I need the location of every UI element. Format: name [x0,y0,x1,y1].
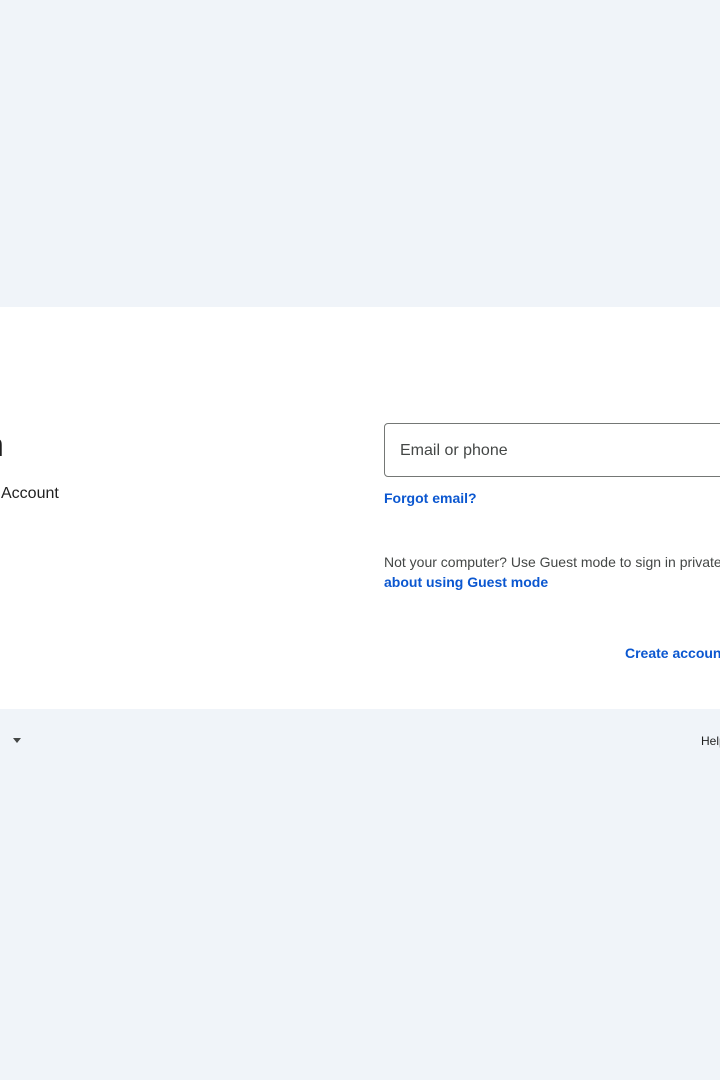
email-field-placeholder: Email or phone [400,442,508,459]
create-account-button[interactable]: Create account [625,643,720,663]
page-subtitle: Account [1,485,59,502]
forgot-email-link[interactable]: Forgot email? [384,489,477,507]
guest-mode-link[interactable]: about using Guest mode [384,572,548,592]
page-title: n [0,427,4,463]
signin-page: n Account Email or phone Forgot email? N… [0,0,720,1080]
email-field[interactable]: Email or phone [384,423,720,477]
signin-card: n Account Email or phone Forgot email? N… [0,307,720,709]
help-link[interactable]: Help [701,733,720,749]
footer: Help [0,709,720,769]
chevron-down-icon[interactable] [13,738,21,743]
guest-mode-text: Not your computer? Use Guest mode to sig… [384,554,720,570]
